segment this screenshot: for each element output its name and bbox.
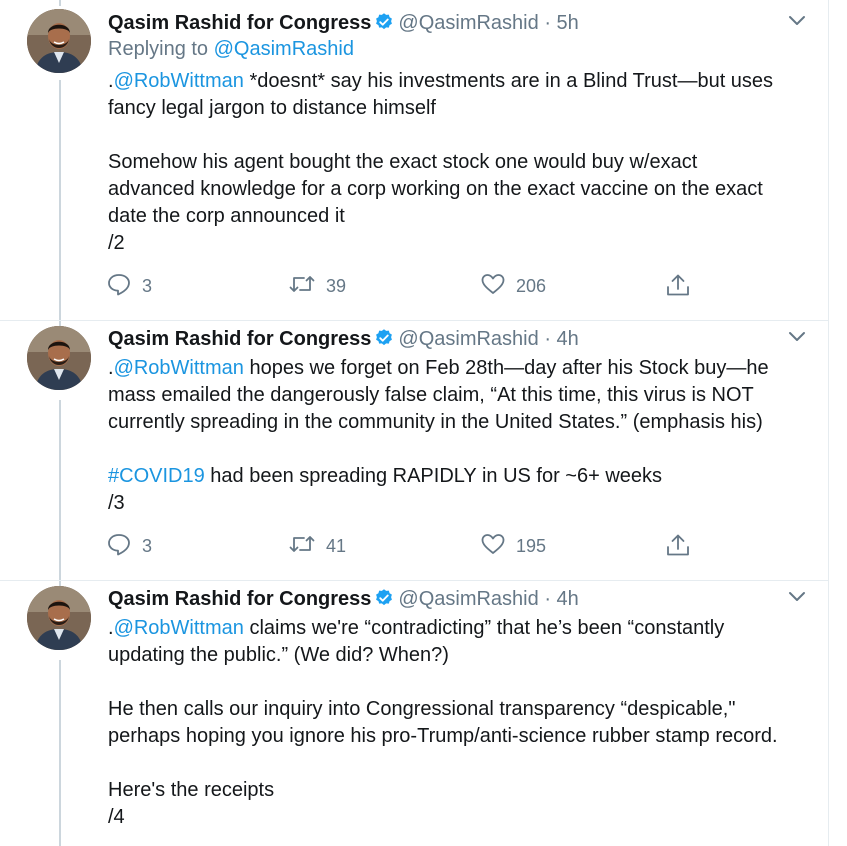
like-count: 195 [516, 536, 547, 556]
thread-line [59, 0, 61, 6]
tweet-line: perhaps hoping you ignore his pro-Trump/… [108, 725, 778, 747]
user-handle[interactable]: @QasimRashid [398, 328, 538, 350]
tweet-line: mass emailed the dangerously false claim… [108, 384, 754, 406]
display-name[interactable]: Qasim Rashid for Congress [108, 328, 371, 350]
timestamp[interactable]: 4h [557, 328, 579, 350]
tweet-line: .@RobWittman claims we're “contradicting… [108, 615, 778, 642]
user-handle[interactable]: @QasimRashid [398, 588, 538, 610]
share-icon [664, 272, 692, 303]
thread-line [59, 80, 61, 320]
tweet-line: currently spreading in the community in … [108, 411, 763, 433]
share-button[interactable] [664, 272, 692, 303]
retweet-icon [288, 532, 316, 561]
tweet-header: Qasim Rashid for Congress @QasimRashid · … [108, 326, 579, 355]
tweet-line: date the corp announced it [108, 205, 345, 227]
retweet-count: 39 [326, 276, 347, 296]
chevron-down-icon[interactable] [787, 330, 807, 349]
tweet-line: /4 [108, 806, 125, 828]
tweet-text: .@RobWittman *doesnt* say his investment… [108, 68, 773, 257]
tweet-text: .@RobWittman claims we're “contradicting… [108, 615, 778, 831]
text-segment: had been spreading RAPIDLY in US for ~6+… [204, 465, 663, 487]
tweet-thread: Qasim Rashid for Congress @QasimRashid · … [0, 0, 847, 846]
like-button[interactable]: 195 [480, 532, 546, 561]
reply-icon [106, 532, 132, 561]
tweet-line: .@RobWittman *doesnt* say his investment… [108, 68, 773, 95]
retweet-button[interactable]: 41 [288, 532, 346, 561]
mention-link[interactable]: @RobWittman [114, 617, 244, 639]
thread-line [59, 660, 61, 846]
replying-to-label: Replying to [108, 38, 214, 60]
retweet-count: 41 [326, 536, 347, 556]
text-segment: *doesnt* say his investments are in a Bl… [243, 70, 774, 92]
reply-count: 3 [142, 276, 153, 296]
tweet[interactable]: Qasim Rashid for Congress @QasimRashid · … [0, 321, 828, 580]
text-segment: claims we're “contradicting” that he’s b… [243, 617, 725, 639]
reply-icon [106, 272, 132, 301]
tweet[interactable]: Qasim Rashid for Congress @QasimRashid · … [0, 0, 828, 320]
like-button[interactable]: 206 [480, 272, 546, 301]
tweet[interactable]: Qasim Rashid for Congress @QasimRashid · … [0, 581, 828, 846]
chevron-down-icon[interactable] [787, 590, 807, 609]
separator-dot: · [544, 588, 551, 610]
display-name[interactable]: Qasim Rashid for Congress [108, 12, 371, 34]
like-count: 206 [516, 276, 547, 296]
timestamp[interactable]: 4h [557, 588, 579, 610]
hashtag-link[interactable]: #COVID19 [108, 465, 205, 487]
user-handle[interactable]: @QasimRashid [398, 12, 538, 34]
like-icon [480, 532, 506, 561]
tweet-header: Qasim Rashid for Congress @QasimRashid · … [108, 586, 579, 615]
tweet-line: updating the public.” (We did? When?) [108, 644, 449, 666]
tweet-line: Here's the receipts [108, 779, 275, 801]
display-name[interactable]: Qasim Rashid for Congress [108, 588, 371, 610]
share-button[interactable] [664, 532, 692, 563]
retweet-button[interactable]: 39 [288, 272, 346, 301]
thread-line [59, 400, 61, 580]
verified-badge-icon [374, 588, 394, 615]
chevron-down-icon[interactable] [787, 14, 807, 33]
tweet-line: .@RobWittman hopes we forget on Feb 28th… [108, 355, 769, 382]
column-border [828, 0, 829, 846]
reply-button[interactable]: 3 [106, 272, 152, 301]
mention-link[interactable]: @RobWittman [114, 357, 244, 379]
verified-badge-icon [374, 328, 394, 355]
separator-dot: · [544, 12, 551, 34]
retweet-icon [288, 272, 316, 301]
share-icon [664, 532, 692, 563]
separator-dot: · [544, 328, 551, 350]
verified-badge-icon [374, 12, 394, 39]
replying-to: Replying to @QasimRashid [108, 38, 354, 61]
tweet-line: Somehow his agent bought the exact stock… [108, 151, 698, 173]
reply-count: 3 [142, 536, 153, 556]
text-segment: hopes we forget on Feb 28th—day after hi… [243, 357, 769, 379]
reply-button[interactable]: 3 [106, 532, 152, 561]
avatar[interactable] [27, 9, 91, 73]
like-icon [480, 272, 506, 301]
tweet-line: #COVID19 had been spreading RAPIDLY in U… [108, 463, 769, 490]
tweet-header: Qasim Rashid for Congress @QasimRashid · … [108, 10, 579, 39]
timestamp[interactable]: 5h [557, 12, 579, 34]
tweet-line: advanced knowledge for a corp working on… [108, 178, 763, 200]
mention-link[interactable]: @RobWittman [114, 70, 244, 92]
avatar[interactable] [27, 326, 91, 390]
tweet-line: /3 [108, 492, 125, 514]
tweet-line: fancy legal jargon to distance himself [108, 97, 436, 119]
avatar[interactable] [27, 586, 91, 650]
tweet-text: .@RobWittman hopes we forget on Feb 28th… [108, 355, 769, 517]
replying-to-handle[interactable]: @QasimRashid [214, 38, 354, 60]
tweet-line: He then calls our inquiry into Congressi… [108, 698, 736, 720]
tweet-line: /2 [108, 232, 125, 254]
